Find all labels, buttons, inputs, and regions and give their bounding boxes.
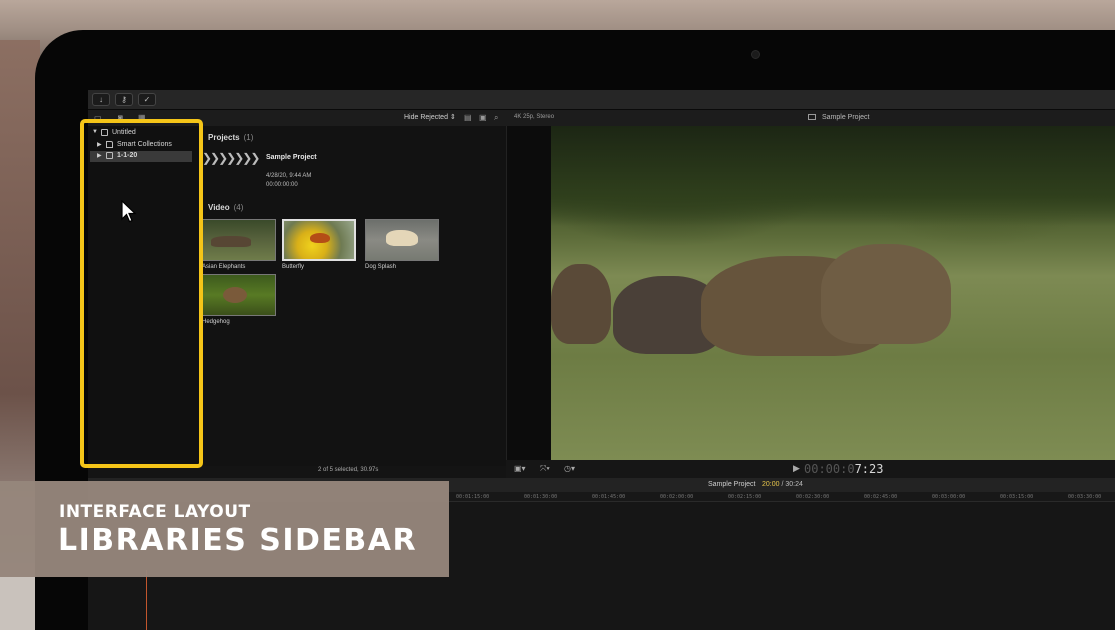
playhead[interactable] <box>146 570 147 630</box>
ruler-tick: 00:01:15:00 <box>456 494 490 500</box>
timeline-duration: 20:00 / 30:24 <box>762 481 803 488</box>
view-options-icon[interactable]: ▣▾ <box>514 464 526 473</box>
viewer-format: 4K 25p, Stereo <box>514 114 555 120</box>
camera-icon <box>751 50 760 59</box>
mouse-cursor-icon <box>121 200 137 223</box>
keyword-button[interactable]: ⚷ <box>115 93 133 106</box>
search-icon[interactable]: ⌕ <box>494 113 498 123</box>
clip-hedgehog[interactable]: Hedgehog <box>202 274 276 325</box>
ruler-tick: 00:02:45:00 <box>864 494 898 500</box>
project-filmstrip[interactable]: ❯❯❯❯❯❯❯ <box>202 151 260 165</box>
clip-label: Hedgehog <box>202 319 230 325</box>
clip-dog-splash[interactable]: Dog Splash <box>365 219 439 270</box>
clip-appearance-icon[interactable]: ▤ <box>464 113 472 122</box>
project-icon <box>808 114 816 120</box>
key-icon: ⚷ <box>121 95 127 104</box>
speed-icon[interactable]: ◷▾ <box>564 464 575 473</box>
browser-panel: Projects (1) ❯❯❯❯❯❯❯ Sample Project 4/28/… <box>200 126 506 466</box>
project-name[interactable]: Sample Project <box>266 154 317 161</box>
clip-label: Butterfly <box>282 264 305 270</box>
background-bottom-left <box>0 577 35 630</box>
clip-label: Dog Splash <box>365 264 397 270</box>
timeline-project-name: Sample Project <box>708 481 756 488</box>
video-treeline <box>551 126 1115 226</box>
ruler-tick: 00:02:00:00 <box>660 494 694 500</box>
filmstrip-view-icon[interactable]: ▣ <box>479 113 487 122</box>
timecode-display: 00:00:07:23 <box>804 462 884 476</box>
browser-status-bar: 2 of 5 selected, 30.97s <box>200 466 506 478</box>
clip-thumbnail[interactable] <box>365 219 439 261</box>
elephant-shape <box>821 244 951 344</box>
clip-butterfly[interactable]: Butterfly <box>282 219 356 270</box>
play-icon[interactable]: ▶ <box>793 463 800 474</box>
project-duration: 00:00:00:00 <box>266 182 298 188</box>
browser-toolbar: ▭ ◙ ▦ Hide Rejected ⇕ ▤ ▣ ⌕ 4K 25p, Ster… <box>88 110 1115 126</box>
caption-overlay: INTERFACE LAYOUT LIBRARIES SIDEBAR <box>0 481 449 577</box>
clip-thumbnail[interactable] <box>282 219 356 261</box>
import-button[interactable]: ↓ <box>92 93 110 106</box>
clip-thumbnail[interactable] <box>202 219 276 261</box>
selection-status: 2 of 5 selected, 30.97s <box>318 467 379 473</box>
import-icon: ↓ <box>99 95 103 104</box>
ruler-tick: 00:01:30:00 <box>524 494 558 500</box>
clip-label: Asian Elephants <box>202 264 246 270</box>
video-section-title[interactable]: Video (4) <box>208 203 243 212</box>
caption-title: LIBRARIES SIDEBAR <box>58 523 418 558</box>
projects-section-title[interactable]: Projects (1) <box>208 133 253 142</box>
elephant-shape <box>551 264 611 344</box>
transform-icon[interactable]: ⤧▾ <box>540 464 550 474</box>
clip-asian-elephants[interactable]: Asian Elephants <box>202 219 276 270</box>
filter-dropdown[interactable]: Hide Rejected ⇕ <box>404 113 456 121</box>
ruler-tick: 00:03:30:00 <box>1068 494 1102 500</box>
ruler-tick: 00:03:00:00 <box>932 494 966 500</box>
top-toolbar: ↓ ⚷ ✓ <box>88 90 1115 110</box>
sidebar-highlight-box <box>80 119 203 468</box>
caption-subtitle: INTERFACE LAYOUT <box>59 502 251 522</box>
checkmark-icon: ✓ <box>143 95 151 104</box>
ruler-tick: 00:01:45:00 <box>592 494 626 500</box>
ruler-tick: 00:02:15:00 <box>728 494 762 500</box>
viewer-title: Sample Project <box>822 114 870 121</box>
video-frame[interactable] <box>551 126 1115 460</box>
ruler-tick: 00:02:30:00 <box>796 494 830 500</box>
project-date: 4/28/20, 9:44 AM <box>266 173 312 179</box>
background-tasks-button[interactable]: ✓ <box>138 93 156 106</box>
ruler-tick: 00:03:15:00 <box>1000 494 1034 500</box>
viewer-panel <box>506 126 1115 460</box>
viewer-controls: ▣▾ ⤧▾ ◷▾ ▶ 00:00:07:23 <box>506 460 1115 478</box>
clip-thumbnail[interactable] <box>202 274 276 316</box>
